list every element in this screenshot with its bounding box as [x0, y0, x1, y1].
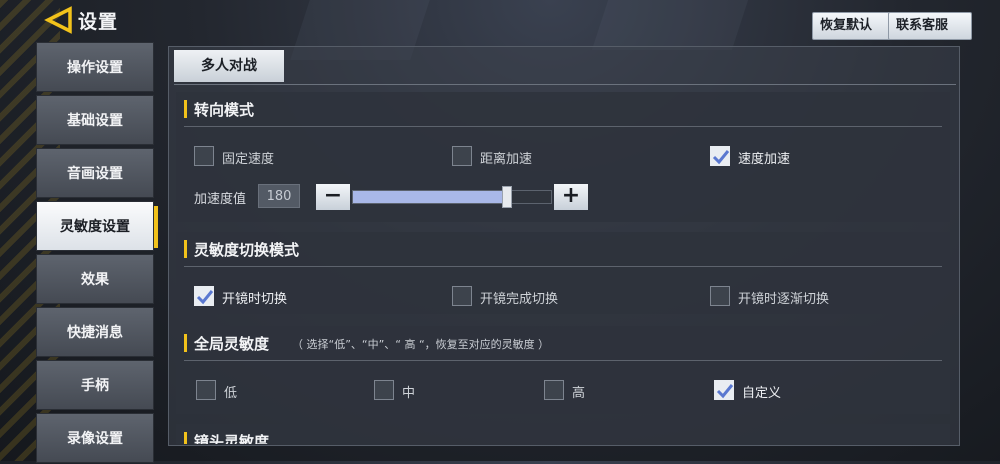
section-accent-bar	[184, 100, 187, 118]
background-shape	[591, 0, 749, 50]
section-accent-bar	[184, 432, 187, 444]
section-header: 转向模式	[184, 92, 942, 127]
option-label: 开镜时逐渐切换	[738, 292, 830, 307]
slider-thumb[interactable]	[502, 186, 512, 208]
checkbox[interactable]	[544, 380, 564, 400]
checkbox[interactable]	[452, 286, 472, 306]
sidebar-item-controls[interactable]: 操作设置	[36, 42, 154, 92]
checkbox-checked[interactable]	[710, 146, 730, 166]
increase-button[interactable]: +	[554, 184, 588, 210]
option-label: 开镜时切换	[222, 292, 288, 307]
checkbox-checked[interactable]	[194, 286, 214, 306]
global-sensitivity-section: 全局灵敏度 （ 选择“低”、“中”、“ 高 “，恢复至对应的灵敏度 ）	[176, 326, 950, 414]
checkbox[interactable]	[452, 146, 472, 166]
contact-support-button[interactable]: 联系客服	[888, 12, 972, 40]
checkbox[interactable]	[196, 380, 216, 400]
checkbox[interactable]	[710, 286, 730, 306]
sidebar-item-basic[interactable]: 基础设置	[36, 95, 154, 145]
section-header: 全局灵敏度 （ 选择“低”、“中”、“ 高 “，恢复至对应的灵敏度 ）	[184, 326, 942, 361]
restore-default-button[interactable]: 恢复默认	[812, 12, 896, 40]
sidebar-item-quick-messages[interactable]: 快捷消息	[36, 307, 154, 357]
checkbox-checked[interactable]	[714, 380, 734, 400]
option-label: 低	[224, 386, 238, 401]
section-accent-bar	[184, 334, 187, 352]
section-title: 全局灵敏度	[194, 335, 270, 353]
checkmark-icon	[196, 290, 214, 305]
option-label: 中	[402, 386, 416, 401]
section-title: 镜头灵敏度	[194, 433, 270, 444]
sidebar-item-recording[interactable]: 录像设置	[36, 413, 154, 463]
page-title: 设置	[78, 11, 119, 33]
sidebar-item-sensitivity[interactable]: 灵敏度设置	[36, 201, 158, 251]
section-header: 灵敏度切换模式	[184, 232, 942, 267]
section-accent-bar	[184, 240, 187, 258]
option-label: 距离加速	[480, 152, 533, 167]
checkmark-icon	[716, 384, 734, 399]
checkbox[interactable]	[374, 380, 394, 400]
section-title: 灵敏度切换模式	[194, 241, 300, 259]
option-label: 开镜完成切换	[480, 292, 559, 307]
option-label: 高	[572, 386, 586, 401]
checkmark-icon	[712, 150, 730, 165]
tab-divider	[174, 84, 956, 85]
checkbox[interactable]	[194, 146, 214, 166]
accel-slider[interactable]	[352, 186, 552, 208]
section-header: 镜头灵敏度	[184, 424, 942, 444]
accel-value-input[interactable]: 180	[258, 184, 300, 208]
option-label: 固定速度	[222, 152, 275, 167]
decrease-button[interactable]: −	[316, 184, 350, 210]
option-label: 自定义	[742, 386, 782, 401]
section-note: （ 选择“低”、“中”、“ 高 “，恢复至对应的灵敏度 ）	[292, 338, 550, 351]
section-title: 转向模式	[194, 101, 255, 119]
sidebar-item-effects[interactable]: 效果	[36, 254, 154, 304]
accel-value-label: 加速度值	[194, 192, 247, 207]
back-arrow-icon	[44, 6, 72, 34]
sidebar-item-gamepad[interactable]: 手柄	[36, 360, 154, 410]
switch-mode-section: 灵敏度切换模式	[176, 232, 950, 314]
camera-sensitivity-section: 镜头灵敏度	[176, 424, 950, 444]
tab-multiplayer[interactable]: 多人对战	[174, 50, 284, 82]
slider-fill	[353, 191, 507, 203]
sidebar-item-audio-video[interactable]: 音画设置	[36, 148, 154, 198]
back-button[interactable]	[44, 6, 74, 34]
option-label: 速度加速	[738, 152, 791, 167]
